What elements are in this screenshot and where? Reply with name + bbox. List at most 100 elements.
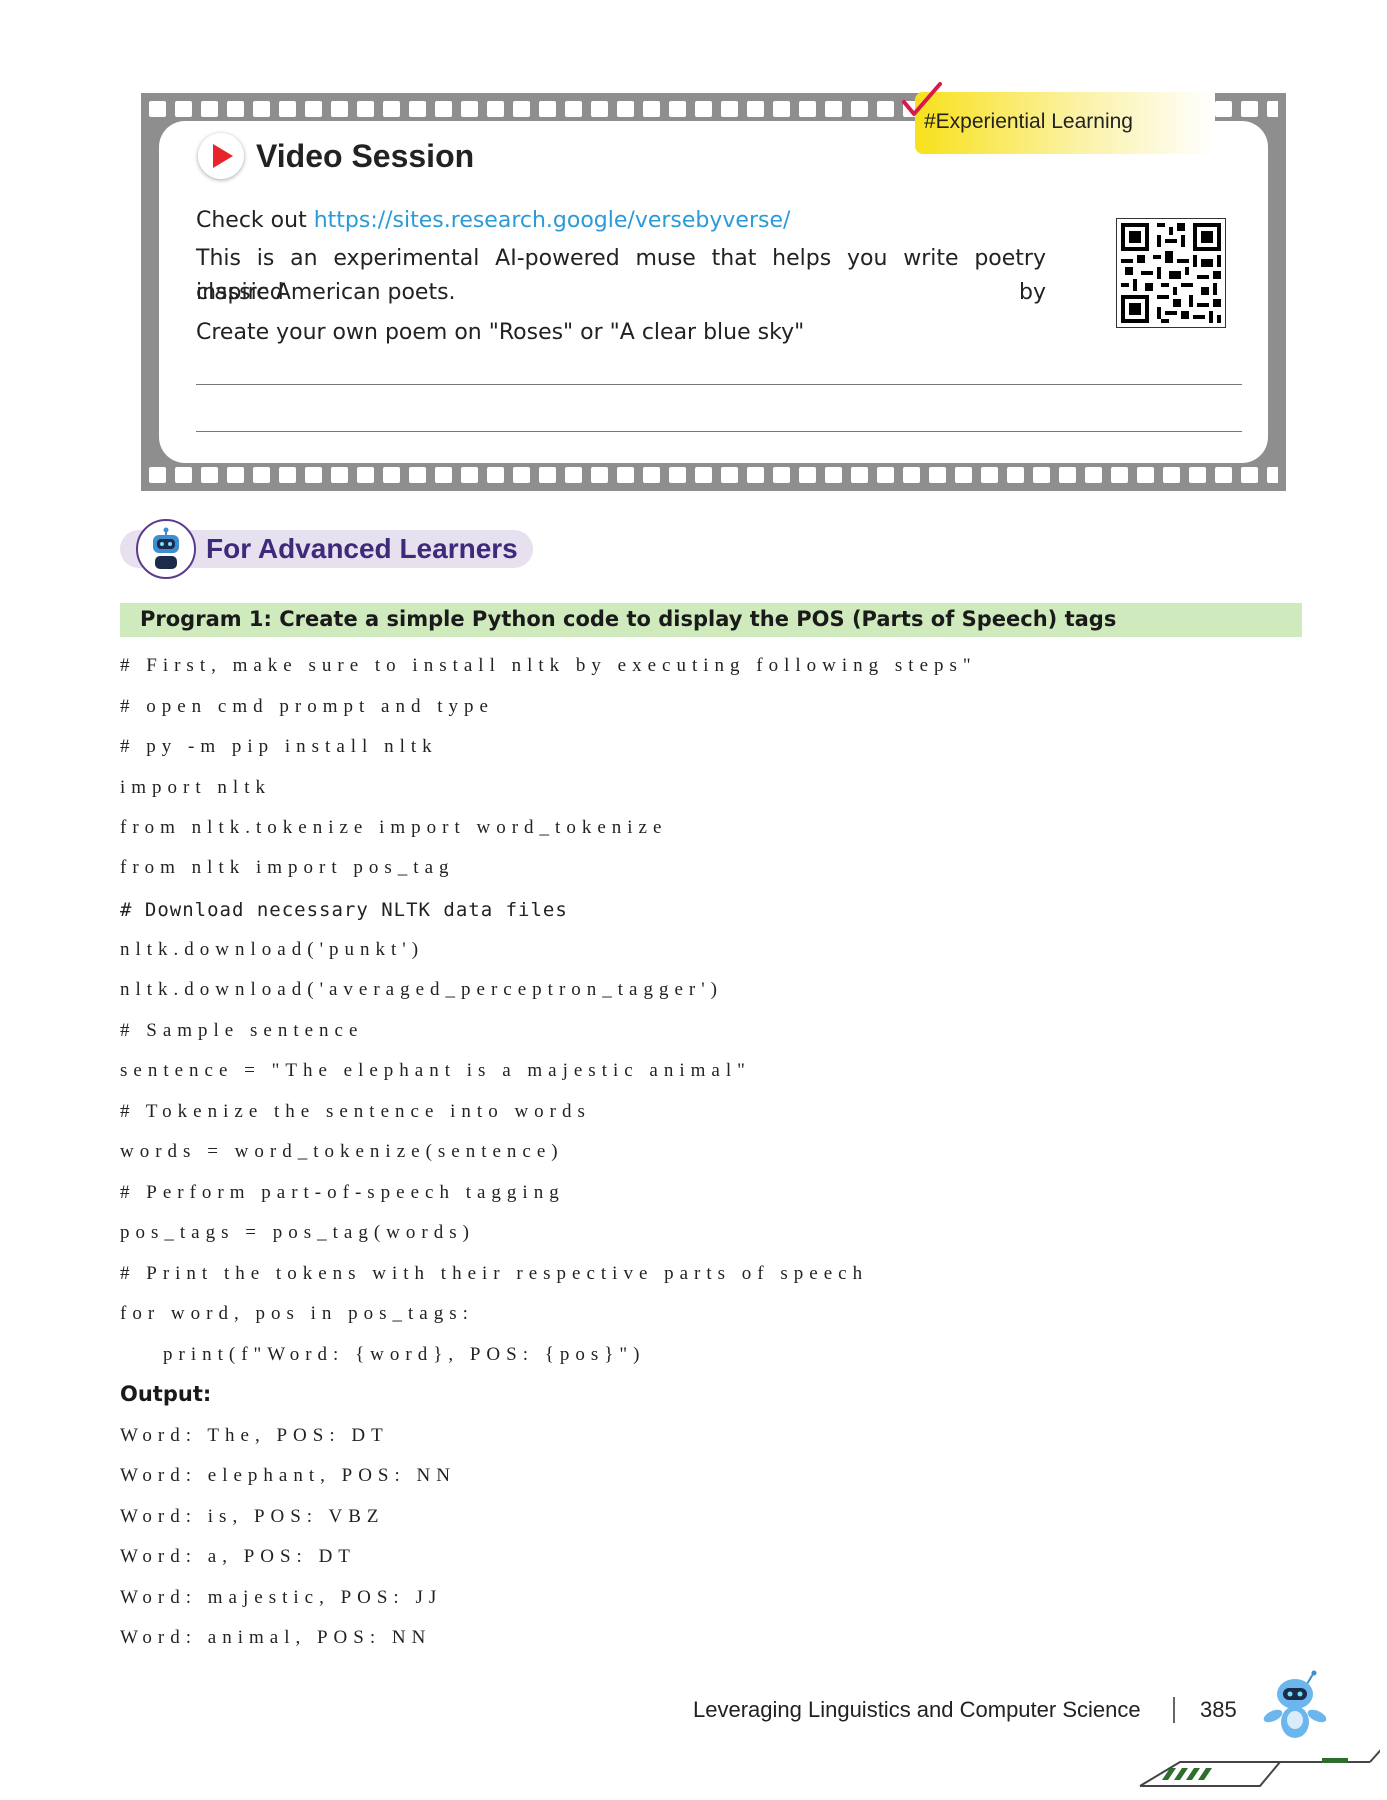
film-hole	[1241, 101, 1258, 117]
film-hole	[565, 101, 582, 117]
film-hole	[591, 467, 608, 483]
code-line: # Tokenize the sentence into words	[120, 1101, 591, 1122]
code-line: # Perform part-of-speech tagging	[120, 1182, 565, 1203]
output-line: Word: is, POS: VBZ	[120, 1506, 385, 1527]
film-hole	[825, 467, 842, 483]
film-hole	[253, 467, 270, 483]
code-line: print(f"Word: {word}, POS: {pos}")	[120, 1344, 646, 1365]
experiential-learning-label: #Experiential Learning	[924, 110, 1133, 133]
film-hole	[1007, 467, 1024, 483]
film-hole	[773, 101, 790, 117]
video-session-title: Video Session	[256, 138, 475, 174]
film-hole	[487, 467, 504, 483]
output-label: Output:	[120, 1382, 212, 1406]
film-hole	[409, 467, 426, 483]
film-hole	[409, 101, 426, 117]
check-out-line: Check out https://sites.research.google/…	[196, 204, 790, 238]
film-hole	[1267, 467, 1278, 483]
film-hole	[669, 467, 686, 483]
code-line: import nltk	[120, 777, 271, 798]
film-hole	[1267, 101, 1278, 117]
film-hole	[331, 101, 348, 117]
play-icon	[198, 133, 244, 179]
film-hole	[591, 101, 608, 117]
film-hole	[617, 101, 634, 117]
film-hole	[851, 101, 868, 117]
film-hole	[487, 101, 504, 117]
writing-line-2	[196, 431, 1242, 432]
film-hole	[201, 467, 218, 483]
film-hole	[461, 467, 478, 483]
code-line: # First, make sure to install nltk by ex…	[120, 655, 977, 676]
film-hole	[799, 467, 816, 483]
film-hole	[617, 467, 634, 483]
film-hole	[643, 101, 660, 117]
film-hole	[851, 467, 868, 483]
film-hole	[1111, 467, 1128, 483]
film-hole	[799, 101, 816, 117]
film-hole	[825, 101, 842, 117]
film-hole	[305, 467, 322, 483]
film-hole	[253, 101, 270, 117]
writing-line-1	[196, 384, 1242, 385]
versebyverse-link[interactable]: https://sites.research.google/versebyver…	[314, 208, 791, 233]
code-line: words = word_tokenize(sentence)	[120, 1141, 564, 1162]
film-hole	[1215, 101, 1232, 117]
check-out-text: Check out	[196, 208, 307, 233]
footer-decoration	[1139, 1749, 1380, 1787]
film-hole	[435, 467, 452, 483]
film-hole	[1189, 467, 1206, 483]
film-hole	[1033, 467, 1050, 483]
film-hole	[1241, 467, 1258, 483]
film-hole	[461, 101, 478, 117]
code-line: from nltk.tokenize import word_tokenize	[120, 817, 668, 838]
film-hole	[695, 101, 712, 117]
film-hole	[539, 467, 556, 483]
film-hole	[643, 467, 660, 483]
robot-icon	[136, 519, 196, 579]
film-hole	[227, 101, 244, 117]
film-hole	[435, 101, 452, 117]
film-hole	[1215, 467, 1232, 483]
film-hole	[201, 101, 218, 117]
film-hole	[175, 101, 192, 117]
footer-divider	[1173, 1697, 1175, 1723]
film-hole	[227, 467, 244, 483]
code-line: # open cmd prompt and type	[120, 696, 494, 717]
program-title: Program 1: Create a simple Python code t…	[140, 607, 1117, 631]
film-hole	[383, 467, 400, 483]
output-line: Word: elephant, POS: NN	[120, 1465, 456, 1486]
code-line: from nltk import pos_tag	[120, 857, 455, 878]
code-line: # Print the tokens with their respective…	[120, 1263, 869, 1284]
output-line: Word: The, POS: DT	[120, 1425, 389, 1446]
poem-task: Create your own poem on "Roses" or "A cl…	[196, 320, 805, 345]
code-line: nltk.download('averaged_perceptron_tagge…	[120, 979, 724, 1000]
description-line-2: classic American poets.	[196, 280, 456, 305]
film-hole	[565, 467, 582, 483]
advanced-learners-heading: For Advanced Learners	[206, 533, 518, 564]
film-hole	[747, 467, 764, 483]
film-hole	[149, 101, 166, 117]
film-hole	[357, 467, 374, 483]
film-hole	[383, 101, 400, 117]
film-hole	[955, 467, 972, 483]
film-hole	[929, 467, 946, 483]
output-line: Word: animal, POS: NN	[120, 1627, 432, 1648]
film-hole	[357, 101, 374, 117]
film-hole	[279, 101, 296, 117]
film-hole	[721, 101, 738, 117]
film-hole	[175, 467, 192, 483]
film-hole	[981, 467, 998, 483]
footer-chapter-title: Leveraging Linguistics and Computer Scie…	[693, 1697, 1141, 1722]
code-line: # Download necessary NLTK data files	[120, 899, 568, 921]
code-line: pos_tags = pos_tag(words)	[120, 1222, 475, 1243]
code-line: # py -m pip install nltk	[120, 736, 438, 757]
page-number: 385	[1200, 1697, 1237, 1722]
film-hole	[149, 467, 166, 483]
film-hole	[695, 467, 712, 483]
film-holes-bottom	[149, 467, 1278, 483]
code-line: # Sample sentence	[120, 1020, 364, 1041]
film-hole	[1163, 467, 1180, 483]
code-line: for word, pos in pos_tags:	[120, 1303, 474, 1324]
film-hole	[539, 101, 556, 117]
